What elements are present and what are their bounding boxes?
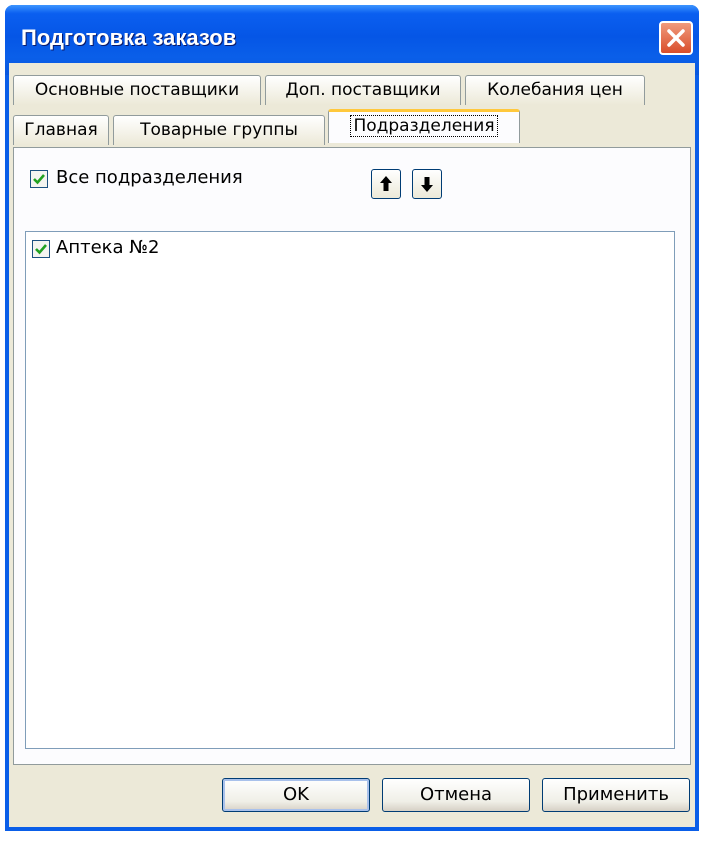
dialog-window: Подготовка заказов Основные поставщики Д… [5, 5, 699, 831]
departments-list[interactable]: Аптека №2 [25, 231, 675, 749]
cancel-button[interactable]: Отмена [382, 778, 530, 812]
tab-product-groups[interactable]: Товарные группы [113, 115, 325, 145]
department-checkbox[interactable] [32, 240, 50, 258]
tab-label: Доп. поставщики [285, 80, 441, 100]
tab-label: Основные поставщики [34, 80, 240, 100]
department-label: Аптека №2 [56, 237, 160, 258]
tab-panel-departments: Все подразделения Аптека №2 [13, 147, 691, 765]
arrow-down-icon [421, 177, 433, 192]
checkmark-icon [35, 244, 47, 255]
tab-main[interactable]: Главная [13, 115, 109, 145]
close-button[interactable] [659, 21, 693, 55]
tab-label: Главная [24, 120, 98, 140]
arrow-up-icon [380, 176, 392, 191]
tab-label: Колебания цен [487, 80, 623, 100]
tab-price-fluctuations[interactable]: Колебания цен [465, 75, 645, 105]
all-departments-label: Все подразделения [56, 167, 243, 188]
apply-button[interactable]: Применить [542, 778, 690, 812]
window-title: Подготовка заказов [21, 25, 237, 50]
tab-extra-suppliers[interactable]: Доп. поставщики [265, 75, 461, 105]
tab-departments[interactable]: Подразделения [328, 109, 520, 143]
tab-main-suppliers[interactable]: Основные поставщики [13, 75, 261, 105]
move-down-button[interactable] [412, 169, 442, 199]
tab-label: Подразделения [350, 115, 498, 137]
all-departments-checkbox[interactable] [30, 170, 48, 188]
move-up-button[interactable] [371, 169, 401, 199]
dialog-client-area: Основные поставщики Доп. поставщики Коле… [9, 63, 695, 827]
tab-label: Товарные группы [140, 120, 298, 140]
close-icon [667, 29, 685, 47]
ok-button[interactable]: OK [222, 778, 370, 812]
list-item[interactable]: Аптека №2 [26, 232, 674, 268]
checkmark-icon [33, 174, 45, 185]
